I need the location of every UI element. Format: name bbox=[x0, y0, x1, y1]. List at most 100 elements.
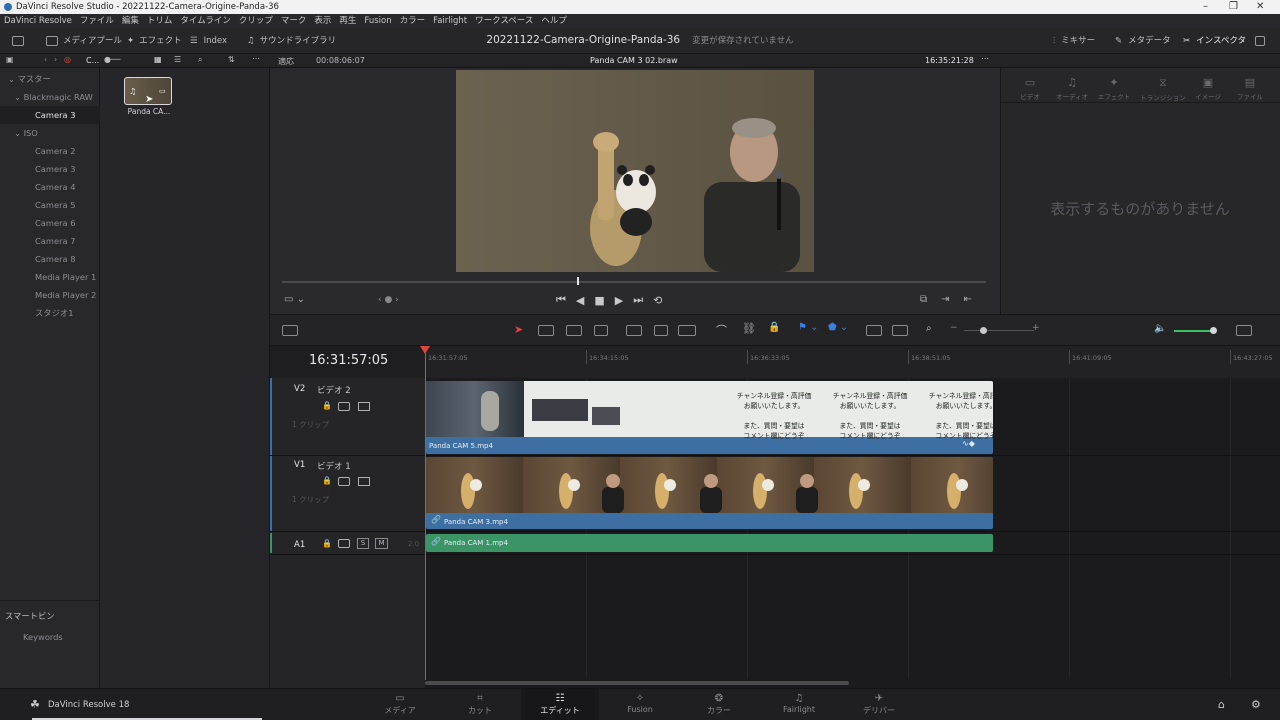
inspector-tab-image[interactable]: ▣ イメージ bbox=[1187, 76, 1229, 101]
play-reverse-icon[interactable]: ◀ bbox=[576, 294, 584, 307]
bin-options-icon[interactable]: ⋯ bbox=[252, 54, 260, 63]
tree-item-camera3-selected[interactable]: Camera 3 bbox=[0, 106, 100, 124]
maximize-button[interactable]: ❐ bbox=[1229, 1, 1238, 12]
track-enable-icon[interactable] bbox=[358, 402, 370, 411]
page-tab-fusion[interactable]: ✧ Fusion bbox=[601, 689, 679, 720]
menu-view[interactable]: 表示 bbox=[314, 14, 331, 28]
menu-clip[interactable]: クリップ bbox=[239, 14, 273, 28]
go-to-end-icon[interactable]: ⏭ bbox=[633, 293, 643, 307]
play-icon[interactable]: ▶ bbox=[615, 294, 623, 307]
scrubber-handle[interactable] bbox=[577, 277, 579, 285]
mute-button[interactable]: M bbox=[375, 538, 388, 549]
track-lock-icon[interactable]: 🔒 bbox=[322, 476, 332, 485]
match-frame-icon[interactable]: ⧉ bbox=[920, 294, 927, 305]
zoom-in-icon[interactable]: + bbox=[1032, 323, 1040, 333]
trim-tool-icon[interactable] bbox=[538, 325, 554, 336]
auto-select-icon[interactable] bbox=[338, 402, 350, 411]
thumb-size-slider[interactable]: ●── bbox=[104, 55, 121, 64]
metadata-button[interactable]: ✎ メタデータ bbox=[1115, 28, 1171, 54]
mark-out-icon[interactable]: ⇤ bbox=[964, 294, 972, 305]
menu-mark[interactable]: マーク bbox=[281, 14, 307, 28]
menu-color[interactable]: カラー bbox=[400, 14, 426, 28]
tree-item-camera5[interactable]: Camera 5 bbox=[0, 196, 100, 214]
go-to-start-icon[interactable]: ⏮ bbox=[556, 293, 566, 307]
mark-in-icon[interactable]: ⇥ bbox=[941, 294, 949, 305]
smart-bins-header[interactable]: スマートビン bbox=[0, 607, 100, 625]
timeline-ruler[interactable]: 16:31:57:05 16:34:15:05 16:36:33:05 16:3… bbox=[425, 346, 1280, 378]
track-lock-icon[interactable]: 🔒 bbox=[322, 539, 332, 548]
solo-button[interactable]: S bbox=[357, 538, 369, 549]
track-name-v2[interactable]: ビデオ 2 bbox=[317, 384, 351, 396]
dynamic-trim-icon[interactable] bbox=[566, 325, 582, 336]
track-enable-icon[interactable] bbox=[358, 477, 370, 486]
link-icon[interactable]: ⛓ bbox=[742, 322, 756, 335]
a1-clip-panda-cam1[interactable]: 🔗 Panda CAM 1.mp4 bbox=[426, 534, 993, 552]
inspector-tab-transition[interactable]: ⧖ トランジション bbox=[1139, 76, 1187, 102]
replace-clip-icon[interactable] bbox=[678, 325, 696, 336]
snapping-icon[interactable]: ⌒ bbox=[716, 322, 727, 338]
insert-clip-icon[interactable] bbox=[626, 325, 642, 336]
v1-clip-panda-cam3[interactable]: 🔗 Panda CAM 3.mp4 bbox=[426, 457, 993, 529]
collapse-panel-button[interactable] bbox=[1255, 28, 1270, 54]
inspector-tab-file[interactable]: ▤ ファイル bbox=[1229, 76, 1271, 101]
clip-thumbnail[interactable]: ♫ ▭ ➤ bbox=[124, 77, 172, 105]
smart-bin-keywords[interactable]: Keywords bbox=[0, 628, 100, 646]
close-button[interactable]: ✕ bbox=[1256, 1, 1264, 12]
page-tab-edit[interactable]: ☷ エディット bbox=[521, 689, 599, 720]
inspector-tab-audio[interactable]: ♫ オーディオ bbox=[1051, 76, 1093, 101]
flag-icon[interactable]: ⚑ ⌄ bbox=[798, 322, 819, 333]
volume-slider-fill[interactable] bbox=[1174, 330, 1212, 332]
tree-master[interactable]: ⌄ マスター bbox=[0, 70, 100, 88]
jog-control[interactable]: ‹ ● › bbox=[378, 295, 399, 305]
timeline-view-options-icon[interactable] bbox=[282, 325, 298, 336]
tree-item-camera7[interactable]: Camera 7 bbox=[0, 232, 100, 250]
mixer-button[interactable]: ⫶ ミキサー bbox=[1053, 28, 1095, 54]
tree-item-bmraw[interactable]: ⌄ Blackmagic RAW bbox=[0, 88, 100, 106]
stop-icon[interactable]: ■ bbox=[594, 294, 604, 307]
panel-toggle-icon[interactable]: ▣ bbox=[6, 55, 14, 64]
zoom-slider-handle[interactable] bbox=[980, 327, 987, 334]
menu-fusion[interactable]: Fusion bbox=[364, 14, 391, 28]
tree-item-camera2[interactable]: Camera 2 bbox=[0, 142, 100, 160]
lock-icon[interactable]: 🔒 bbox=[768, 322, 780, 333]
gear-icon[interactable]: ⚙ bbox=[1251, 698, 1261, 711]
list-view-icon[interactable]: ☰ bbox=[174, 55, 181, 64]
v2-clip-panda-cam5[interactable]: チャンネル登録・高評価 お願いいたします。 また、質問・要望は コメント欄にどうぞ チ… bbox=[426, 381, 993, 454]
zoom-slider-track[interactable] bbox=[964, 330, 1034, 331]
tree-item-media-player2[interactable]: Media Player 2 bbox=[0, 286, 100, 304]
inspector-tab-video[interactable]: ▭ ビデオ bbox=[1009, 76, 1051, 101]
overwrite-clip-icon[interactable] bbox=[654, 325, 668, 336]
tree-item-camera4[interactable]: Camera 4 bbox=[0, 178, 100, 196]
detail-zoom-icon[interactable] bbox=[892, 325, 908, 336]
volume-icon[interactable]: 🔈 bbox=[1154, 323, 1166, 334]
zoom-fit-dropdown[interactable]: 適応 bbox=[278, 56, 294, 67]
menu-help[interactable]: ヘルプ bbox=[541, 14, 567, 28]
marker-icon[interactable]: ⬟ ⌄ bbox=[828, 322, 848, 333]
viewer-video-frame[interactable] bbox=[456, 70, 814, 272]
home-icon[interactable]: ⌂ bbox=[1218, 698, 1225, 711]
viewer-layout-button[interactable]: ▭ ⌄ bbox=[284, 294, 305, 305]
dim-button[interactable] bbox=[1236, 325, 1252, 336]
tree-item-camera3[interactable]: Camera 3 bbox=[0, 160, 100, 178]
timeline-timecode[interactable]: 16:31:57:05 bbox=[309, 353, 388, 368]
page-tab-fairlight[interactable]: ♫ Fairlight bbox=[760, 689, 838, 720]
search-icon[interactable]: ⌕ bbox=[198, 55, 202, 65]
menu-workspace[interactable]: ワークスペース bbox=[475, 14, 533, 28]
tree-item-iso[interactable]: ⌄ ISO bbox=[0, 124, 100, 142]
viewer-scrubber-track[interactable] bbox=[282, 281, 986, 283]
timeline-horizontal-scrollbar[interactable] bbox=[425, 681, 849, 685]
track-lock-icon[interactable]: 🔒 bbox=[322, 401, 332, 410]
page-tab-media[interactable]: ▭ メディア bbox=[361, 689, 439, 720]
zoom-out-icon[interactable]: − bbox=[950, 323, 958, 333]
auto-select-icon[interactable] bbox=[338, 539, 350, 548]
tree-item-media-player1[interactable]: Media Player 1 bbox=[0, 268, 100, 286]
selection-tool-icon[interactable]: ➤ bbox=[514, 323, 523, 336]
sort-icon[interactable]: ⇅ bbox=[228, 55, 235, 64]
page-tab-color[interactable]: ❂ カラー bbox=[680, 689, 758, 720]
menu-playback[interactable]: 再生 bbox=[339, 14, 356, 28]
nav-back-icon[interactable]: ‹ bbox=[44, 55, 47, 64]
custom-zoom-icon[interactable]: ⌕ bbox=[926, 323, 932, 334]
page-tab-deliver[interactable]: ✈ デリバー bbox=[840, 689, 918, 720]
minimize-button[interactable]: – bbox=[1203, 1, 1208, 12]
playhead-line[interactable] bbox=[425, 350, 426, 680]
